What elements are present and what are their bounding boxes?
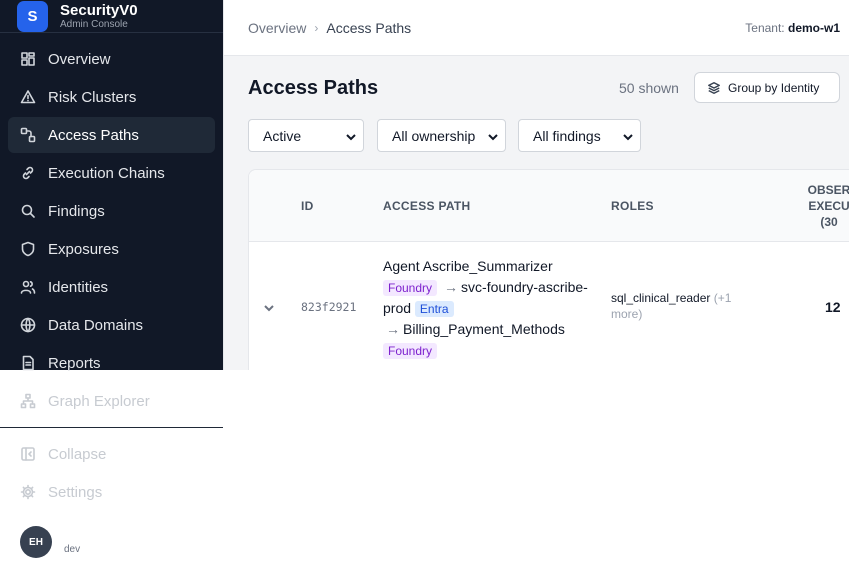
sidebar-item-label: Execution Chains: [48, 164, 165, 182]
user-name: dev: [64, 544, 81, 555]
sidebar-item-graph-explorer[interactable]: Graph Explorer: [8, 383, 215, 419]
column-header-roles[interactable]: ROLES: [611, 199, 654, 213]
sidebar-item-overview[interactable]: Overview: [8, 41, 215, 77]
sidebar-item-label: Identities: [48, 278, 109, 296]
status-select-value: Active: [263, 127, 302, 144]
tenant-label: Tenant:: [745, 21, 785, 35]
shown-count: 50 shown: [619, 80, 679, 96]
column-header-observed[interactable]: OBSER EXECU (30: [789, 182, 849, 230]
sidebar-item-risk-clusters[interactable]: Risk Clusters: [8, 79, 215, 115]
warning-triangle-icon: [20, 89, 36, 105]
chevron-down-icon: [345, 130, 357, 142]
document-icon: [20, 355, 36, 371]
sidebar-item-data-domains[interactable]: Data Domains: [8, 307, 215, 343]
graph-icon: [20, 393, 36, 409]
observed-header-line3: (30: [820, 215, 838, 229]
sidebar-item-label: Findings: [48, 202, 105, 220]
observed-header-line1: OBSER: [807, 183, 849, 197]
sidebar-item-label: Risk Clusters: [48, 88, 137, 106]
app-subtitle: Admin Console: [60, 19, 128, 30]
status-select[interactable]: Active: [248, 119, 364, 152]
observed-header-line2: EXECU: [808, 199, 849, 213]
settings-label: Settings: [48, 483, 103, 501]
sidebar-item-label: Overview: [48, 50, 111, 68]
sidebar-item-access-paths[interactable]: Access Paths: [8, 117, 215, 153]
column-header-id[interactable]: ID: [301, 199, 314, 213]
sidebar-item-exposures[interactable]: Exposures: [8, 231, 215, 267]
app-logo: S: [17, 1, 48, 32]
row-id: 823f2921: [301, 300, 357, 314]
tenant-value: demo-w1: [787, 21, 840, 35]
search-icon: [20, 203, 36, 219]
path-target[interactable]: Billing_Payment_Methods: [403, 321, 565, 337]
group-button-label: Group by Identity: [728, 80, 820, 95]
ownership-select-value: All ownership: [392, 127, 476, 144]
sidebar-item-execution-chains[interactable]: Execution Chains: [8, 155, 215, 191]
sidebar-item-reports[interactable]: Reports: [8, 345, 215, 381]
settings-button[interactable]: Settings: [8, 474, 215, 510]
arrow-right-icon: →: [386, 321, 400, 337]
role-name: sql_clinical_reader: [611, 291, 711, 305]
chevron-down-icon[interactable]: [263, 301, 275, 313]
access-path-cell: Agent Ascribe_Summarizer Foundry → svc-fou…: [383, 256, 593, 361]
group-by-identity-button[interactable]: Group by Identity: [694, 72, 840, 103]
sidebar-item-label: Reports: [48, 354, 101, 372]
findings-select-value: All findings: [533, 127, 601, 144]
gear-icon: [20, 484, 36, 500]
breadcrumb-current: Access Paths: [326, 20, 412, 36]
avatar[interactable]: EH: [20, 526, 52, 558]
app-name: SecurityV0: [60, 2, 138, 19]
sidebar-item-identities[interactable]: Identities: [8, 269, 215, 305]
column-header-access-path[interactable]: ACCESS PATH: [383, 199, 471, 213]
findings-select[interactable]: All findings: [518, 119, 641, 152]
breadcrumb-overview[interactable]: Overview: [248, 20, 306, 36]
collapse-label: Collapse: [48, 445, 107, 463]
globe-icon: [20, 317, 36, 333]
roles-cell: sql_clinical_reader (+1 more): [611, 290, 761, 322]
sidebar: S SecurityV0 Admin Console Overview Risk…: [0, 0, 223, 372]
main-content: Access Paths 50 shown Group by Identity …: [224, 56, 849, 370]
access-paths-table: ID ACCESS PATH ROLES OBSER EXECU (30 823…: [248, 169, 849, 370]
collapse-icon: [20, 446, 36, 462]
foundry-tag: Foundry: [383, 280, 438, 296]
layers-icon: [708, 81, 720, 94]
table-header: ID ACCESS PATH ROLES OBSER EXECU (30: [249, 170, 849, 242]
shield-icon: [20, 241, 36, 257]
sidebar-item-label: Exposures: [48, 240, 119, 258]
users-icon: [20, 279, 36, 295]
ownership-select[interactable]: All ownership: [377, 119, 506, 152]
path-source[interactable]: Agent Ascribe_Summarizer: [383, 258, 553, 274]
tenant-indicator: Tenant: demo-w1: [745, 21, 840, 35]
observed-executions: 12: [825, 299, 841, 315]
sidebar-item-label: Data Domains: [48, 316, 144, 334]
sidebar-divider: [0, 427, 223, 428]
sidebar-item-label: Access Paths: [48, 126, 139, 144]
collapse-button[interactable]: Collapse: [8, 436, 215, 472]
link-icon: [20, 165, 36, 181]
grid-icon: [20, 51, 36, 67]
sidebar-item-label: Graph Explorer: [48, 392, 150, 410]
entra-tag: Entra: [414, 301, 454, 317]
arrow-right-icon: →: [444, 279, 459, 295]
page-title: Access Paths: [248, 77, 379, 99]
top-bar: Overview › Access Paths Tenant: demo-w1: [224, 0, 849, 56]
path-icon: [20, 127, 36, 143]
chevron-down-icon: [622, 130, 634, 142]
chevron-right-icon: ›: [314, 21, 319, 35]
foundry-tag: Foundry: [383, 343, 438, 359]
brand: S SecurityV0 Admin Console: [0, 0, 223, 33]
breadcrumb: Overview › Access Paths: [248, 20, 411, 36]
sidebar-item-findings[interactable]: Findings: [8, 193, 215, 229]
chevron-down-icon: [487, 130, 499, 142]
